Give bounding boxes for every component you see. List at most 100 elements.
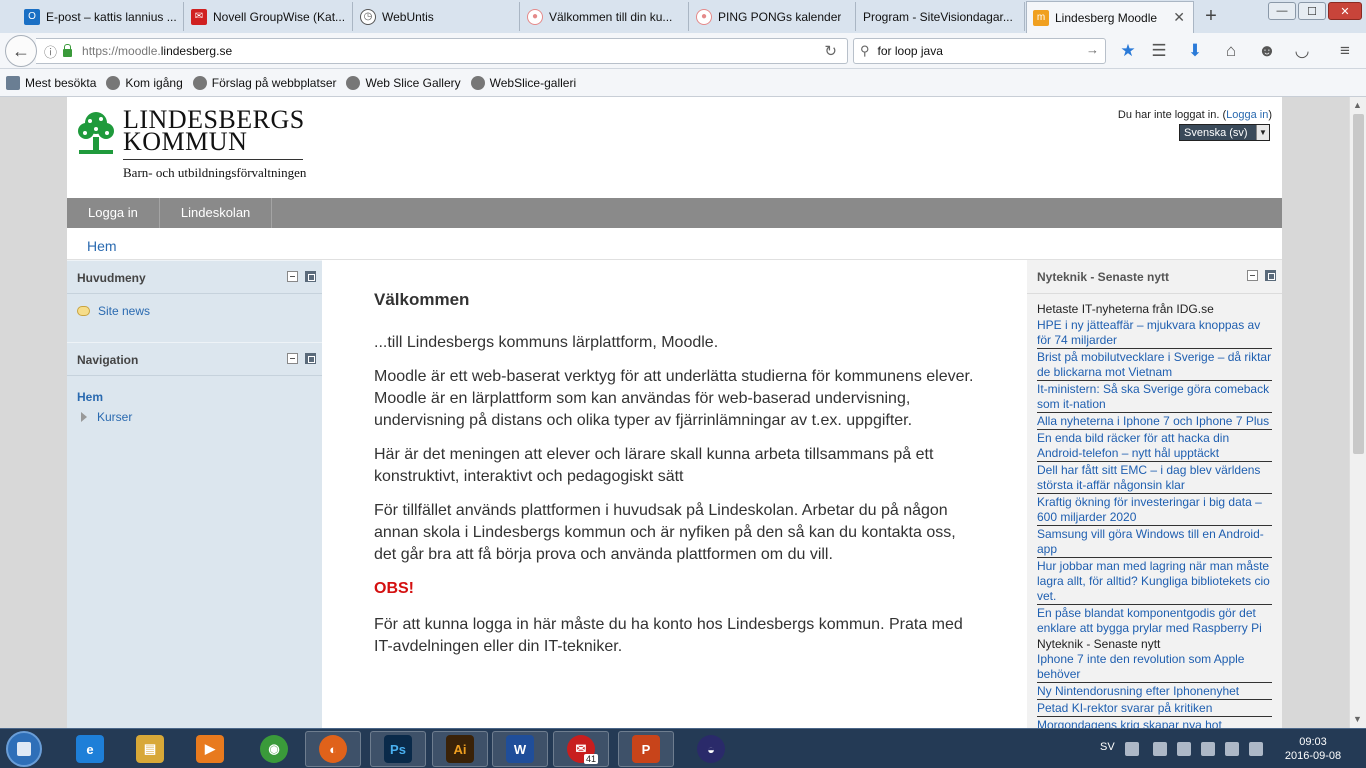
bookmark-suggested-sites[interactable]: Förslag på webbplatser [192, 75, 336, 90]
new-tab-button[interactable]: + [1200, 4, 1222, 28]
clock[interactable]: 09:03 2016-09-08 [1280, 735, 1346, 763]
volume-icon[interactable] [1249, 742, 1263, 756]
search-go-icon[interactable]: → [1086, 42, 1099, 57]
tab-ping-pong[interactable]: ● PING PONGs kalender [690, 2, 856, 31]
breadcrumb-home[interactable]: Hem [87, 238, 117, 254]
info-icon[interactable]: ⓘ [44, 42, 57, 61]
maximize-button[interactable]: ☐ [1298, 2, 1326, 20]
bookmark-label: WebSlice-galleri [489, 75, 577, 90]
account-paragraph: För att kunna logga in här måste du ha k… [374, 616, 963, 655]
search-icon: ⚲ [860, 43, 870, 58]
taskbar-explorer[interactable]: ▤ [122, 731, 178, 767]
bookmark-star-icon[interactable]: ★ [1117, 40, 1139, 62]
minimize-block-icon[interactable] [287, 353, 298, 364]
menu-icon[interactable]: ≡ [1334, 40, 1356, 62]
site-news-link[interactable]: Site news [77, 304, 312, 318]
bookmarks-list-icon[interactable]: ☰ [1148, 40, 1170, 62]
network-icon[interactable] [1177, 742, 1191, 756]
close-window-button[interactable]: ✕ [1328, 2, 1362, 20]
logo-subtitle: Barn- och utbildningsförvaltningen [123, 165, 307, 180]
chat-icon[interactable]: ☻ [1256, 40, 1278, 62]
dock-block-icon[interactable] [305, 353, 316, 364]
chevron-up-icon[interactable] [1125, 742, 1139, 756]
url-text: https://moodle.lindesberg.se [82, 44, 233, 58]
minimize-block-icon[interactable] [1247, 270, 1258, 281]
news-block-header: Nyteknik - Senaste nytt [1027, 260, 1282, 294]
page-scrollbar[interactable]: ▲ ▼ [1349, 97, 1366, 728]
menu-login[interactable]: Logga in [67, 198, 160, 228]
news-item[interactable]: Dell har fått sitt EMC – i dag blev värl… [1037, 463, 1272, 494]
news-item[interactable]: En enda bild räcker för att hacka din An… [1037, 431, 1272, 462]
tab-sitevision[interactable]: Program - SiteVisiondagar... [857, 2, 1025, 31]
news-item[interactable]: Brist på mobilutvecklare i Sverige – då … [1037, 350, 1272, 381]
news-item[interactable]: En påse blandat komponentgodis gör det e… [1037, 606, 1272, 636]
taskbar-firefox[interactable]: ◐ [305, 731, 361, 767]
news-item[interactable]: Ny Nintendorusning efter Iphonenyhet [1037, 684, 1272, 700]
news-item[interactable]: Morgondagens krig skapar nya hot [1037, 718, 1272, 728]
close-tab-icon[interactable]: ✕ [1173, 9, 1185, 26]
language-select[interactable]: Svenska (sv) ▼ [1179, 124, 1270, 141]
reload-icon[interactable]: ↻ [824, 42, 837, 60]
bookmark-get-started[interactable]: Kom igång [106, 75, 183, 90]
taskbar-eclipse[interactable]: ◒ [683, 731, 739, 767]
scroll-down-icon[interactable]: ▼ [1353, 714, 1362, 724]
minimize-button[interactable]: — [1268, 2, 1296, 20]
taskbar-ie[interactable]: e [62, 731, 118, 767]
tab-groupwise[interactable]: ✉ Novell GroupWise (Kat... [185, 2, 353, 31]
news-item[interactable]: Petad KI-rektor svarar på kritiken [1037, 701, 1272, 717]
taskbar-chrome[interactable]: ◉ [246, 731, 302, 767]
input-language[interactable]: SV [1100, 741, 1115, 753]
minimize-block-icon[interactable] [287, 271, 298, 282]
signal-icon[interactable] [1225, 742, 1239, 756]
dock-block-icon[interactable] [305, 271, 316, 282]
news-item[interactable]: Iphone 7 inte den revolution som Apple b… [1037, 652, 1272, 683]
url-bar[interactable]: ⓘ https://moodle.lindesberg.se ↻ [36, 38, 848, 64]
browser-nav-bar: ⓘ https://moodle.lindesberg.se ↻ ← ⚲ for… [0, 33, 1366, 69]
download-icon[interactable]: ⬇ [1184, 40, 1206, 62]
clock-icon: ◷ [360, 8, 376, 25]
breadcrumb: Hem [67, 228, 1282, 260]
taskbar-powerpoint[interactable]: P [618, 731, 674, 767]
news-item[interactable]: Kraftig ökning för investeringar i big d… [1037, 495, 1272, 526]
tab-outlook-mail[interactable]: O E-post – kattis lannius ... [18, 2, 184, 31]
moodle-page: LINDESBERGS KOMMUN Barn- och utbildnings… [67, 97, 1282, 728]
login-link[interactable]: Logga in [1226, 109, 1268, 121]
taskbar-word[interactable]: W [492, 731, 548, 767]
tab-webuntis[interactable]: ◷ WebUntis [354, 2, 520, 31]
taskbar-photoshop[interactable]: Ps [370, 731, 426, 767]
bookmark-most-visited[interactable]: Mest besökta [6, 75, 96, 90]
back-button[interactable]: ← [5, 35, 37, 67]
tree-logo-icon [78, 112, 114, 154]
bookmark-webslice-galleri[interactable]: WebSlice-galleri [470, 75, 577, 90]
flag-icon[interactable] [1153, 742, 1167, 756]
scroll-up-icon[interactable]: ▲ [1353, 100, 1362, 110]
bookmark-web-slice-gallery[interactable]: Web Slice Gallery [346, 75, 461, 90]
battery-icon[interactable] [1201, 742, 1215, 756]
news-item[interactable]: It-ministern: Så ska Sverige göra comeba… [1037, 382, 1272, 413]
news-item[interactable]: HPE i ny jätteaffär – mjukvara knoppas a… [1037, 318, 1272, 349]
pocket-icon[interactable]: ◡ [1291, 40, 1313, 62]
page-viewport: LINDESBERGS KOMMUN Barn- och utbildnings… [0, 97, 1349, 728]
feed-heading: Nyteknik - Senaste nytt [1037, 637, 1161, 651]
taskbar-groupwise[interactable]: ✉ 41 [553, 731, 609, 767]
usage-paragraph: För tillfället används plattformen i huv… [374, 502, 956, 563]
taskbar-illustrator[interactable]: Ai [432, 731, 488, 767]
news-item[interactable]: Samsung vill göra Windows till en Androi… [1037, 527, 1272, 558]
tab-lindesberg-moodle[interactable]: m Lindesberg Moodle ✕ [1026, 1, 1194, 33]
word-icon: W [506, 735, 534, 763]
search-input[interactable]: ⚲ for loop java → [853, 38, 1106, 64]
taskbar-media-player[interactable]: ▶ [182, 731, 238, 767]
menu-lindeskolan[interactable]: Lindeskolan [160, 198, 273, 228]
mail-icon: ✉ [191, 8, 207, 25]
news-item[interactable]: Alla nyheterna i Iphone 7 och Iphone 7 P… [1037, 414, 1272, 430]
start-button[interactable] [6, 731, 42, 767]
bookmark-label: Kom igång [125, 75, 183, 90]
home-icon[interactable]: ⌂ [1220, 40, 1242, 62]
dock-block-icon[interactable] [1265, 270, 1276, 281]
scrollbar-thumb[interactable] [1353, 114, 1364, 454]
nav-home-link[interactable]: Hem [77, 390, 312, 404]
nav-courses-link[interactable]: Kurser [77, 410, 312, 424]
tab-valkommen[interactable]: ● Välkommen till din ku... [521, 2, 689, 31]
tab-label: WebUntis [382, 9, 434, 24]
news-item[interactable]: Hur jobbar man med lagring när man måste… [1037, 559, 1272, 605]
